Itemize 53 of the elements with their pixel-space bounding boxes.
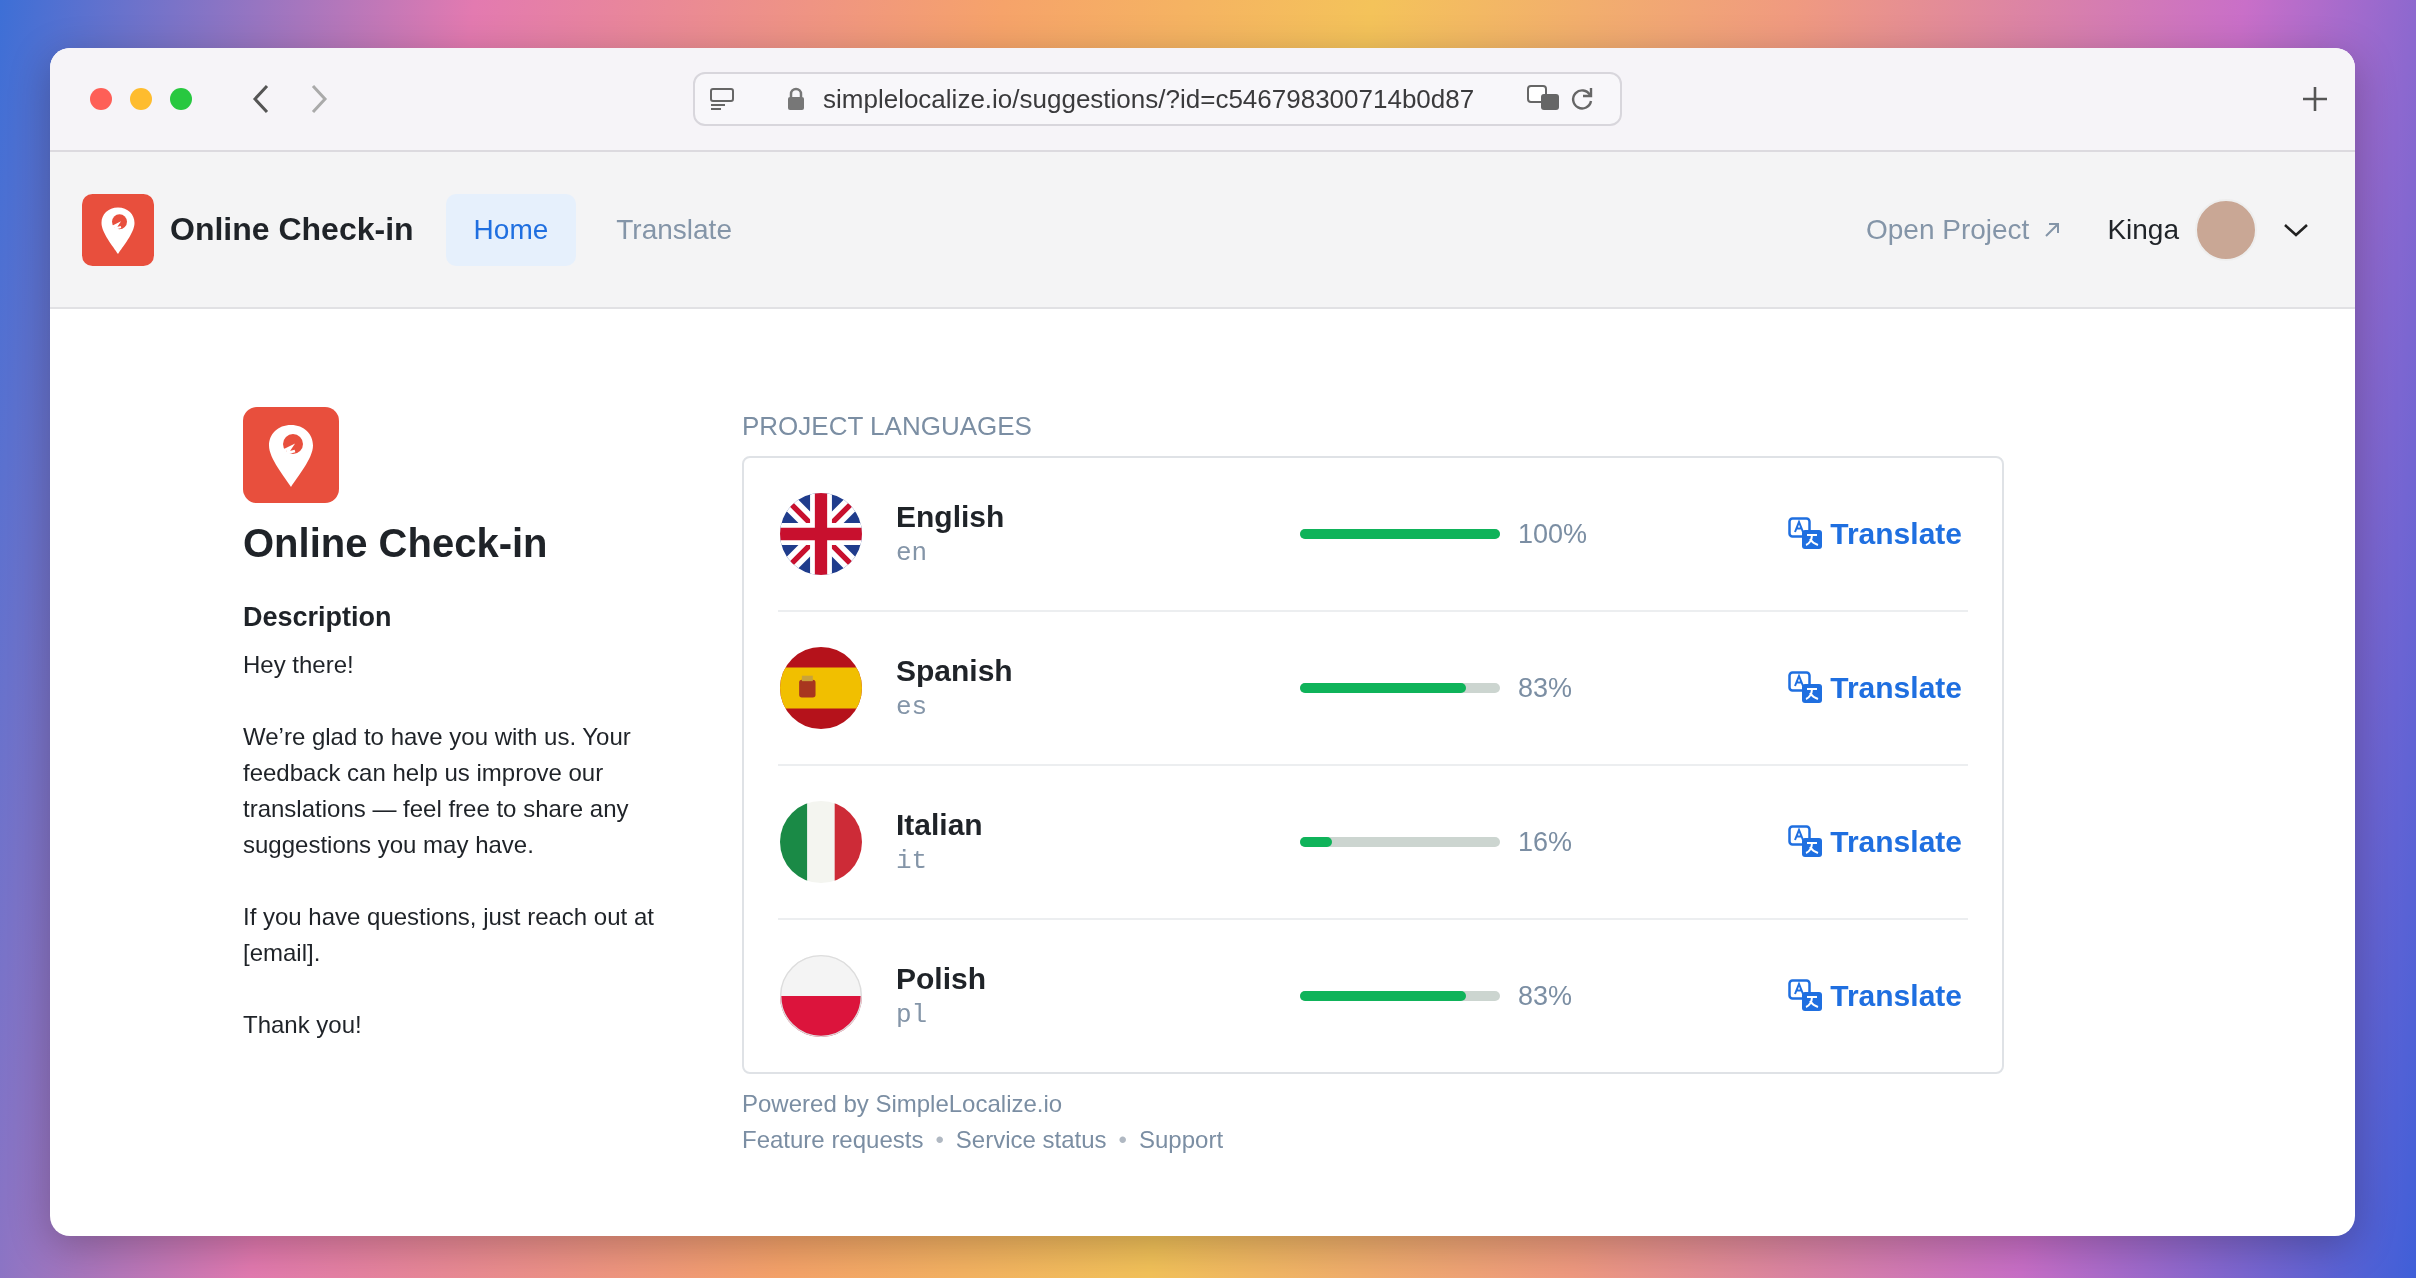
new-tab-icon[interactable] [2301,85,2329,113]
footer-link[interactable]: Feature requests [742,1126,924,1154]
language-code: en [896,538,929,568]
translate-icon [1788,517,1825,551]
footer-link[interactable]: Service status [955,1126,1107,1154]
language-code: pl [896,1000,929,1030]
address-bar[interactable]: simplelocalize.io/suggestions/?id=c546798300714b0d87 [693,72,1622,126]
close-button[interactable] [90,88,112,110]
user-name[interactable]: Kinga [2107,213,2179,246]
progress-percent: 100% [1518,518,1588,550]
language-name: Italian [896,808,984,842]
map-pin-logo-icon [243,407,339,503]
description-paragraph: We’re glad to have you with us. Your feedback can help us improve our translations — feel free to share any suggestions you may have. [243,722,632,860]
app-name: Online Check-in [170,211,414,248]
translate-link[interactable]: Translate [1788,979,1962,1013]
translate-icon[interactable] [1527,85,1561,113]
description-paragraph: Hey there! [243,650,355,680]
description-heading: Description [243,602,393,633]
reload-icon[interactable] [1569,85,1595,113]
flag-icon [780,801,862,883]
separator-dot: • [935,1126,944,1154]
url-text: simplelocalize.io/suggestions/?id=c546798300714b0d87 [823,83,1476,115]
progress-percent: 83% [1518,672,1573,704]
section-heading: PROJECT LANGUAGES [742,411,1032,442]
lock-icon [787,87,805,111]
external-arrow-icon [2043,220,2062,239]
language-code: es [896,692,929,722]
translate-link[interactable]: Translate [1788,671,1962,705]
chevron-down-icon[interactable] [2283,221,2309,238]
translate-link[interactable]: Translate [1788,825,1962,859]
flag-icon [780,955,862,1037]
progress-percent: 16% [1518,826,1573,858]
sidebar-icon[interactable] [709,87,737,111]
separator-dot: • [1118,1126,1127,1154]
language-name: Spanish [896,654,1014,688]
open-project-link[interactable]: Open Project [1865,213,2062,246]
description-paragraph: If you have questions, just reach out at [email]. [243,902,655,968]
nav-tab[interactable]: Home [445,193,577,266]
translate-icon [1788,825,1825,859]
project-title: Online Check-in [243,521,549,566]
nav-tab[interactable]: Translate [588,193,760,266]
language-name: English [896,500,1006,534]
language-code: it [896,846,929,876]
language-name: Polish [896,962,987,996]
translate-icon [1788,979,1825,1013]
footer-link[interactable]: Support [1139,1126,1224,1154]
translate-link[interactable]: Translate [1788,517,1962,551]
progress-percent: 83% [1518,980,1573,1012]
back-icon[interactable] [252,84,270,114]
description-paragraph: Thank you! [243,1010,363,1040]
map-pin-logo-icon [82,193,154,266]
powered-by-text: Powered by SimpleLocalize.io [742,1090,1063,1118]
translate-icon [1788,671,1825,705]
